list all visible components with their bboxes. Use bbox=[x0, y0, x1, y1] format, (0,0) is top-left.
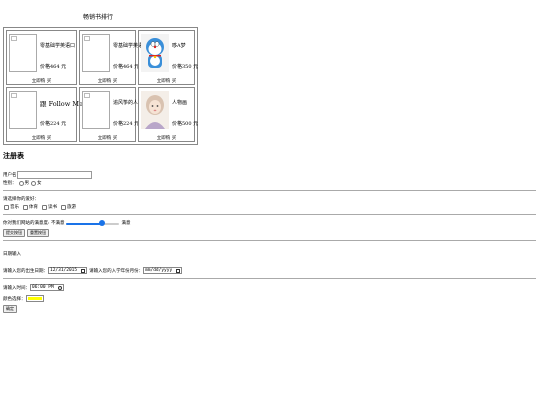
username-row: 用户名 bbox=[3, 171, 92, 179]
buy-link[interactable]: 立即购 买 bbox=[7, 135, 76, 141]
form-heading: 注册表 bbox=[3, 151, 24, 160]
hobbies-label: 请选择你的爱好： bbox=[3, 197, 39, 202]
broken-image-icon bbox=[11, 36, 17, 41]
divider bbox=[3, 214, 536, 215]
book-price: 价格464 元 bbox=[113, 64, 140, 70]
book-image[interactable] bbox=[82, 91, 110, 129]
hobby-checkbox-travel[interactable] bbox=[61, 204, 66, 210]
slider-fill bbox=[66, 222, 103, 225]
color-row: 颜色选择： bbox=[3, 295, 44, 302]
buy-link[interactable]: 立即购 买 bbox=[139, 78, 194, 84]
hobby-checkbox-music[interactable] bbox=[4, 204, 9, 210]
book-price: 价格464 元 bbox=[40, 64, 67, 70]
month-label: 请输入您的入学年份月份： bbox=[89, 268, 144, 274]
hobbies-label-row: 请选择你的爱好： bbox=[3, 196, 39, 202]
submit-button[interactable]: 提交按钮 bbox=[3, 229, 25, 237]
color-label: 颜色选择： bbox=[3, 296, 26, 302]
hobbies-row: 音乐 体育 读书 旅游 bbox=[3, 204, 76, 210]
username-label: 用户名 bbox=[3, 173, 17, 178]
book-name: 追风筝的人 bbox=[113, 100, 139, 106]
hobby-checkbox-reading[interactable] bbox=[42, 204, 47, 210]
book-image[interactable] bbox=[82, 34, 110, 72]
gender-radio-female[interactable] bbox=[31, 180, 36, 186]
month-value: mm/dd/yyyy bbox=[145, 268, 173, 273]
birthdate-value: 12/31/2015 bbox=[50, 268, 78, 273]
doraemon-picture bbox=[141, 34, 169, 72]
book-table: 零基础学英语口 价格464 元 立即购 买 零基础学英语口 价格464 元 立即… bbox=[3, 27, 198, 145]
ok-row: 确定 bbox=[3, 305, 19, 313]
time-row: 请输入时间： 06:00 PM bbox=[3, 284, 64, 291]
buy-link[interactable]: 立即购 买 bbox=[80, 135, 135, 141]
satisfaction-label-left: 你对我们网站的满意度: 不满意 bbox=[3, 221, 65, 226]
color-swatch bbox=[27, 297, 42, 300]
book-cell[interactable]: 哆A梦 价格350 元 立即购 买 bbox=[138, 30, 199, 85]
book-name: 跟 Follow Me bbox=[40, 100, 83, 108]
slider-thumb[interactable] bbox=[99, 220, 106, 226]
gender-option-female: 女 bbox=[37, 181, 42, 186]
divider bbox=[3, 190, 536, 191]
month-input[interactable]: mm/dd/yyyy bbox=[143, 267, 183, 274]
ok-button[interactable]: 确定 bbox=[3, 305, 17, 313]
clock-icon[interactable] bbox=[57, 285, 62, 290]
book-cell[interactable]: 跟 Follow Me 价格224 元 立即购 买 bbox=[6, 87, 83, 142]
gender-label: 性别： bbox=[3, 181, 17, 186]
calendar-icon[interactable] bbox=[81, 268, 86, 273]
book-cell[interactable]: 零基础学英语口 价格464 元 立即购 买 bbox=[79, 30, 148, 85]
gender-radio-male[interactable] bbox=[18, 180, 24, 186]
book-image[interactable] bbox=[9, 91, 37, 129]
buttons-row: 提交按钮 重置按钮 bbox=[3, 229, 51, 237]
gender-row: 性别： 男 女 bbox=[3, 180, 42, 186]
satisfaction-slider[interactable] bbox=[66, 220, 120, 226]
username-input[interactable] bbox=[16, 171, 92, 179]
hobby-label: 读书 bbox=[48, 205, 57, 210]
book-price: 价格350 元 bbox=[172, 64, 199, 70]
satisfaction-label-right: 满意 bbox=[121, 221, 131, 226]
gender-option-male: 男 bbox=[24, 181, 30, 186]
book-name: 人物画 bbox=[172, 100, 188, 106]
book-image[interactable] bbox=[9, 34, 37, 72]
date-row: 请输入您的出生日期： 12/31/2015 请输入您的入学年份月份： mm/dd… bbox=[3, 267, 183, 274]
broken-image-icon bbox=[11, 93, 17, 98]
buy-link[interactable]: 立即购 买 bbox=[139, 135, 194, 141]
book-cell[interactable]: 人物画 价格500 元 立即购 买 bbox=[138, 87, 199, 142]
time-label: 请输入时间： bbox=[3, 285, 30, 291]
time-value: 06:00 PM bbox=[32, 285, 54, 290]
date-heading-row: 日期输入 bbox=[3, 251, 21, 257]
book-price: 价格224 元 bbox=[40, 121, 67, 127]
buy-link[interactable]: 立即购 买 bbox=[80, 78, 135, 84]
broken-image-icon bbox=[84, 93, 90, 98]
book-cell[interactable]: 零基础学英语口 价格464 元 立即购 买 bbox=[6, 30, 77, 85]
color-picker[interactable] bbox=[25, 295, 44, 302]
time-input[interactable]: 06:00 PM bbox=[30, 284, 64, 291]
buy-link[interactable]: 立即购 买 bbox=[7, 78, 76, 84]
book-price: 价格500 元 bbox=[172, 121, 199, 127]
book-name: 哆A梦 bbox=[172, 43, 186, 49]
book-image-doraemon[interactable] bbox=[141, 34, 169, 72]
birthdate-label: 请输入您的出生日期： bbox=[3, 268, 48, 274]
hobby-label: 音乐 bbox=[10, 205, 19, 210]
book-image-portrait[interactable] bbox=[141, 91, 169, 129]
book-price: 价格224 元 bbox=[113, 121, 140, 127]
book-name: 零基础学英语口 bbox=[40, 43, 76, 49]
broken-image-icon bbox=[84, 36, 90, 41]
date-heading: 日期输入 bbox=[3, 252, 21, 257]
portrait-picture bbox=[141, 91, 169, 129]
satisfaction-row: 你对我们网站的满意度: 不满意 满意 bbox=[3, 220, 130, 226]
hobby-label: 旅游 bbox=[67, 205, 76, 210]
calendar-icon[interactable] bbox=[176, 268, 181, 273]
divider bbox=[3, 278, 536, 279]
birthdate-input[interactable]: 12/31/2015 bbox=[48, 267, 88, 274]
book-cell[interactable]: 追风筝的人 价格224 元 立即购 买 bbox=[79, 87, 140, 142]
page-title: 畅销书排行 bbox=[82, 14, 113, 21]
divider bbox=[3, 240, 536, 241]
reset-button[interactable]: 重置按钮 bbox=[27, 229, 49, 237]
hobby-checkbox-sports[interactable] bbox=[23, 204, 28, 210]
hobby-label: 体育 bbox=[29, 205, 38, 210]
